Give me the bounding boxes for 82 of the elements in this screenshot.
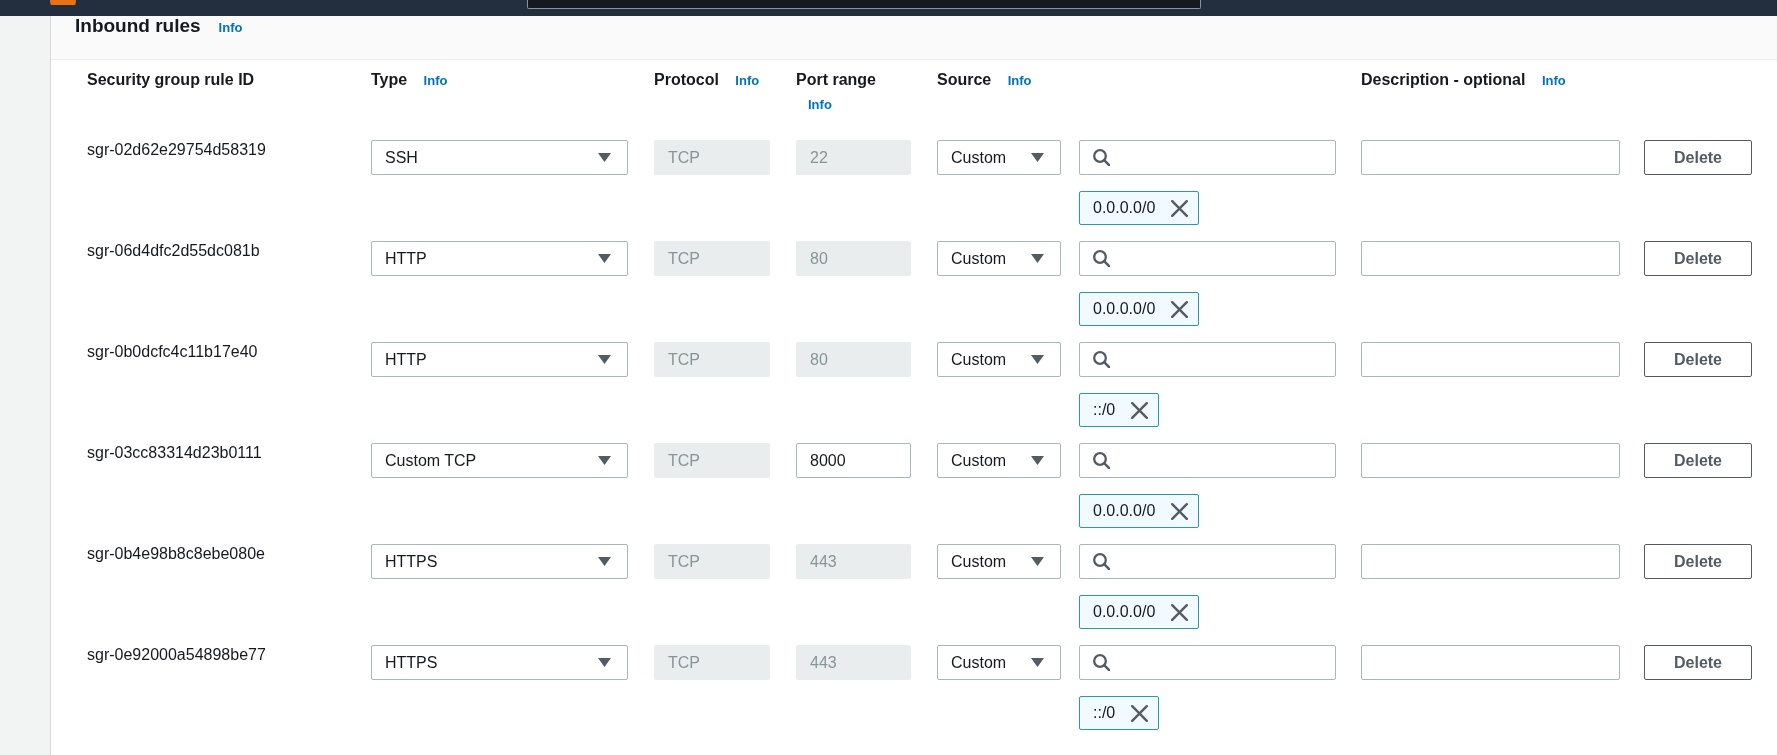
type-select[interactable]: HTTPS	[371, 645, 628, 680]
type-select[interactable]: HTTP	[371, 241, 628, 276]
column-header: Protocol	[654, 71, 719, 88]
caret-icon	[598, 254, 611, 263]
rule-id: sgr-02d62e29754d58319	[87, 141, 266, 158]
rule-id: sgr-0b0dcfc4c11b17e40	[87, 343, 258, 360]
delete-button[interactable]: Delete	[1644, 342, 1752, 377]
column-header: Security group rule ID	[87, 71, 255, 88]
info-link[interactable]: Info	[735, 71, 760, 91]
delete-button[interactable]: Delete	[1644, 140, 1752, 175]
cidr-text: 0.0.0.0/0	[1093, 199, 1156, 217]
info-link[interactable]: Info	[218, 18, 243, 38]
port-range-field[interactable]: 8000	[796, 443, 911, 478]
caret-icon	[598, 355, 611, 364]
cidr-text: 0.0.0.0/0	[1093, 502, 1156, 520]
source-select[interactable]: Custom	[937, 241, 1061, 276]
delete-button[interactable]: Delete	[1644, 544, 1752, 579]
caret-icon	[598, 153, 611, 162]
caret-icon	[598, 557, 611, 566]
rule-id: sgr-0e92000a54898be77	[87, 646, 266, 663]
logo-icon	[50, 0, 76, 5]
caret-icon	[1031, 254, 1044, 263]
close-icon[interactable]	[1131, 401, 1149, 419]
description-field[interactable]	[1361, 241, 1620, 276]
cidr-text: ::/0	[1093, 704, 1116, 722]
delete-button[interactable]: Delete	[1644, 645, 1752, 680]
source-select[interactable]: Custom	[937, 140, 1061, 175]
search-field[interactable]	[1079, 241, 1336, 276]
cidr-text: 0.0.0.0/0	[1093, 300, 1156, 318]
delete-button[interactable]: Delete	[1644, 443, 1752, 478]
search-field[interactable]	[1079, 443, 1336, 478]
search-icon	[1093, 654, 1110, 671]
column-header: Type	[371, 71, 408, 88]
close-icon[interactable]	[1131, 704, 1149, 722]
search-icon	[1093, 351, 1110, 368]
description-field[interactable]	[1361, 443, 1620, 478]
close-icon[interactable]	[1171, 300, 1189, 318]
close-icon[interactable]	[1171, 502, 1189, 520]
caret-icon	[1031, 557, 1044, 566]
search-icon	[1093, 553, 1110, 570]
source-select[interactable]: Custom	[937, 342, 1061, 377]
search-field[interactable]	[1079, 645, 1336, 680]
close-icon[interactable]	[1171, 603, 1189, 621]
source-select[interactable]: Custom	[937, 443, 1061, 478]
search-icon	[1093, 149, 1110, 166]
caret-icon	[1031, 456, 1044, 465]
caret-icon	[1031, 658, 1044, 667]
search-icon	[1093, 250, 1110, 267]
cidr-text: ::/0	[1093, 401, 1116, 419]
rule-id: sgr-06d4dfc2d55dc081b	[87, 242, 260, 259]
search-field[interactable]	[1079, 544, 1336, 579]
info-link[interactable]: Info	[1007, 71, 1032, 91]
caret-icon	[598, 658, 611, 667]
delete-button[interactable]: Delete	[1644, 241, 1752, 276]
source-select[interactable]: Custom	[937, 544, 1061, 579]
search-field[interactable]	[1079, 140, 1336, 175]
section-title: Inbound rules	[75, 16, 201, 36]
type-select[interactable]: HTTPS	[371, 544, 628, 579]
info-link[interactable]: Info	[808, 95, 832, 115]
description-field[interactable]	[1361, 342, 1620, 377]
type-select[interactable]: Custom TCP	[371, 443, 628, 478]
type-select[interactable]: HTTP	[371, 342, 628, 377]
description-field[interactable]	[1361, 645, 1620, 680]
description-field[interactable]	[1361, 544, 1620, 579]
column-header: Description - optional	[1361, 71, 1526, 88]
type-select[interactable]: SSH	[371, 140, 628, 175]
caret-icon	[1031, 355, 1044, 364]
search-icon	[1093, 452, 1110, 469]
caret-icon	[598, 456, 611, 465]
search-field[interactable]	[1079, 342, 1336, 377]
rule-id: sgr-0b4e98b8c8ebe080e	[87, 545, 265, 562]
description-field[interactable]	[1361, 140, 1620, 175]
search-field[interactable]	[527, 0, 1201, 9]
source-select[interactable]: Custom	[937, 645, 1061, 680]
column-header: Source	[937, 71, 992, 88]
cidr-text: 0.0.0.0/0	[1093, 603, 1156, 621]
info-link[interactable]: Info	[1541, 71, 1566, 91]
column-header: Port range	[796, 71, 876, 88]
close-icon[interactable]	[1171, 199, 1189, 217]
caret-icon	[1031, 153, 1044, 162]
rule-id: sgr-03cc83314d23b0111	[87, 444, 262, 461]
info-link[interactable]: Info	[423, 71, 448, 91]
